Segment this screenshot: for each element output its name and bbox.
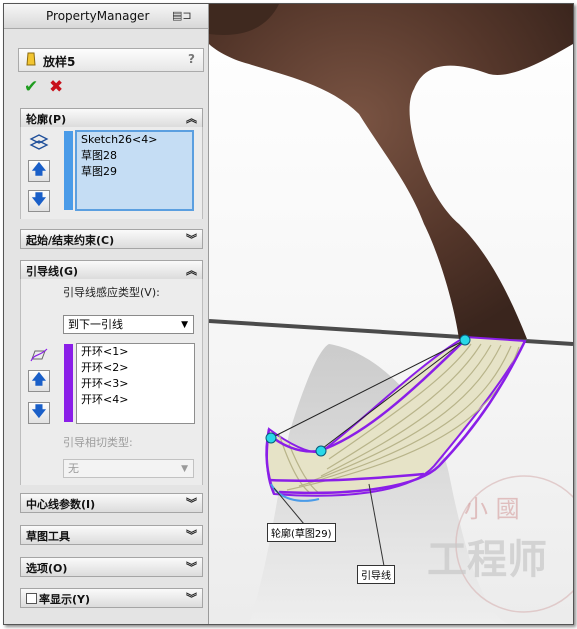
chevron-down-icon: ▼ (181, 320, 188, 330)
graphics-viewport[interactable]: 小 國 工程师 轮廓(草图29) 引导线 (209, 4, 573, 624)
pin-icon[interactable]: ▤⊐ (172, 9, 196, 23)
tangency-select[interactable]: 无 ▼ (63, 459, 194, 478)
chevron-up-icon[interactable]: ︽ (186, 110, 197, 126)
section-curvature-title: 率显示(Y) (26, 591, 90, 607)
connector-handle[interactable] (265, 432, 277, 444)
model-body (209, 4, 573, 339)
connector-handle[interactable] (315, 445, 327, 457)
pm-title-bar: PropertyManager ▤⊐ (4, 4, 208, 29)
list-item[interactable]: 开环<4> (77, 392, 194, 408)
ok-button[interactable]: ✔ (24, 77, 38, 97)
section-guides-title: 引导线(G) (26, 265, 79, 278)
chevron-down-icon[interactable]: ︾ (186, 527, 197, 543)
move-up-button[interactable]: 🡅 (28, 160, 50, 182)
influence-label: 引导线感应类型(V): (63, 286, 160, 299)
curvature-label: 率显示(Y) (39, 593, 91, 606)
feature-header: 放样5 ? (18, 48, 204, 72)
chevron-down-icon[interactable]: ︾ (186, 590, 197, 606)
section-sketch-tools-title: 草图工具 (26, 530, 70, 543)
chevron-down-icon[interactable]: ︾ (186, 495, 197, 511)
guide-color-bar (64, 344, 73, 422)
section-centerline[interactable]: 中心线参数(I) ︾ (20, 493, 203, 513)
tangency-value: 无 (68, 462, 79, 475)
pm-title: PropertyManager (46, 9, 150, 23)
watermark-main: 工程师 (427, 536, 547, 583)
callout-profile[interactable]: 轮廓(草图29) (267, 523, 336, 542)
profile-color-bar (64, 131, 73, 210)
move-down-button[interactable]: 🡇 (28, 402, 50, 424)
list-item[interactable]: 开环<1> (77, 344, 194, 360)
chevron-up-icon[interactable]: ︽ (186, 262, 197, 278)
section-guides[interactable]: 引导线(G) ︽ (20, 260, 203, 280)
chevron-down-icon: ▼ (181, 464, 188, 474)
section-profiles[interactable]: 轮廓(P) ︽ (20, 108, 203, 128)
list-item[interactable]: Sketch26<4> (77, 132, 192, 148)
tangency-label: 引导相切类型: (63, 436, 133, 449)
chevron-down-icon[interactable]: ︾ (186, 231, 197, 247)
list-item[interactable]: 草图29 (77, 164, 192, 180)
profiles-body: 🡅 🡇 Sketch26<4> 草图28 草图29 (20, 127, 203, 219)
section-sketch-tools[interactable]: 草图工具 ︾ (20, 525, 203, 545)
connector-handle[interactable] (459, 334, 471, 346)
section-options[interactable]: 选项(O) ︾ (20, 557, 203, 577)
chevron-down-icon[interactable]: ︾ (186, 559, 197, 575)
callout-guide[interactable]: 引导线 (357, 565, 395, 584)
section-profiles-title: 轮廓(P) (26, 113, 67, 126)
section-options-title: 选项(O) (26, 562, 68, 575)
cancel-button[interactable]: ✖ (49, 77, 63, 97)
guides-list[interactable]: 开环<1> 开环<2> 开环<3> 开环<4> (76, 343, 195, 424)
guide-curve-icon (30, 348, 48, 362)
guides-body: 引导线感应类型(V): 到下一引线 ▼ 🡅 🡇 开环<1> 开环<2> 开环<3… (20, 279, 203, 485)
list-item[interactable]: 草图28 (77, 148, 192, 164)
feature-name: 放样5 (43, 55, 76, 69)
move-down-button[interactable]: 🡇 (28, 190, 50, 212)
property-manager-panel: PropertyManager ▤⊐ 放样5 ? ✔ ✖ 轮廓(P) ︽ 🡅 🡇 (4, 4, 209, 624)
profiles-list[interactable]: Sketch26<4> 草图28 草图29 (75, 130, 194, 211)
curvature-checkbox[interactable] (26, 593, 37, 604)
move-up-button[interactable]: 🡅 (28, 370, 50, 392)
section-curvature[interactable]: 率显示(Y) ︾ (20, 588, 203, 608)
window-frame: PropertyManager ▤⊐ 放样5 ? ✔ ✖ 轮廓(P) ︽ 🡅 🡇 (3, 3, 574, 625)
list-item[interactable]: 开环<2> (77, 360, 194, 376)
list-item[interactable]: 开环<3> (77, 376, 194, 392)
watermark-top: 小 國 (464, 495, 520, 523)
section-start-end-title: 起始/结束约束(C) (26, 234, 115, 247)
influence-value: 到下一引线 (68, 318, 123, 331)
loft-icon (26, 52, 36, 66)
section-start-end[interactable]: 起始/结束约束(C) ︾ (20, 229, 203, 249)
section-centerline-title: 中心线参数(I) (26, 498, 96, 511)
help-icon[interactable]: ? (188, 52, 195, 66)
influence-select[interactable]: 到下一引线 ▼ (63, 315, 194, 334)
profile-icon (29, 134, 49, 150)
